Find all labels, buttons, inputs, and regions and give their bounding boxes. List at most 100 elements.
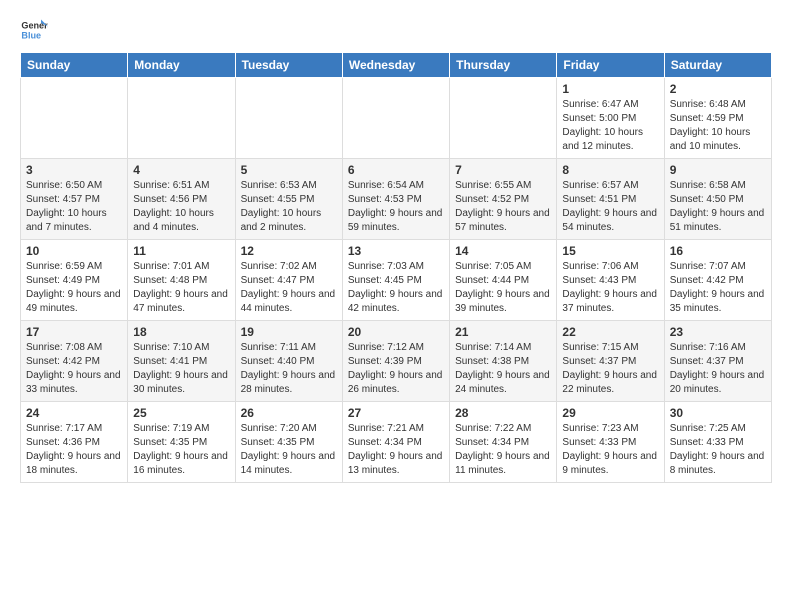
day-number: 14 <box>455 244 551 258</box>
day-number: 17 <box>26 325 122 339</box>
day-info: Sunrise: 7:02 AM Sunset: 4:47 PM Dayligh… <box>241 260 337 316</box>
week-row-4: 17Sunrise: 7:08 AM Sunset: 4:42 PM Dayli… <box>21 321 772 402</box>
day-number: 4 <box>133 163 229 177</box>
header-day-thursday: Thursday <box>450 53 557 78</box>
day-number: 7 <box>455 163 551 177</box>
day-number: 18 <box>133 325 229 339</box>
day-info: Sunrise: 6:57 AM Sunset: 4:51 PM Dayligh… <box>562 179 658 235</box>
header-day-tuesday: Tuesday <box>235 53 342 78</box>
day-number: 1 <box>562 82 658 96</box>
day-number: 29 <box>562 406 658 420</box>
day-info: Sunrise: 7:21 AM Sunset: 4:34 PM Dayligh… <box>348 422 444 478</box>
day-number: 28 <box>455 406 551 420</box>
day-info: Sunrise: 7:23 AM Sunset: 4:33 PM Dayligh… <box>562 422 658 478</box>
calendar-cell: 3Sunrise: 6:50 AM Sunset: 4:57 PM Daylig… <box>21 159 128 240</box>
day-number: 10 <box>26 244 122 258</box>
calendar-cell: 7 Sunrise: 6:55 AM Sunset: 4:52 PM Daylig… <box>450 159 557 240</box>
day-number: 22 <box>562 325 658 339</box>
calendar-cell: 15 Sunrise: 7:06 AM Sunset: 4:43 PM Dayli… <box>557 240 664 321</box>
calendar-cell: 20 Sunrise: 7:12 AM Sunset: 4:39 PM Dayli… <box>342 321 449 402</box>
calendar-cell <box>450 78 557 159</box>
day-info: Sunrise: 7:12 AM Sunset: 4:39 PM Dayligh… <box>348 341 444 397</box>
day-info: Sunrise: 7:01 AM Sunset: 4:48 PM Dayligh… <box>133 260 229 316</box>
day-number: 24 <box>26 406 122 420</box>
day-number: 16 <box>670 244 766 258</box>
calendar-cell: 13 Sunrise: 7:03 AM Sunset: 4:45 PM Dayli… <box>342 240 449 321</box>
day-number: 19 <box>241 325 337 339</box>
day-number: 30 <box>670 406 766 420</box>
calendar-cell: 5Sunrise: 6:53 AM Sunset: 4:55 PM Daylig… <box>235 159 342 240</box>
day-number: 27 <box>348 406 444 420</box>
calendar-cell: 21Sunrise: 7:14 AM Sunset: 4:38 PM Dayli… <box>450 321 557 402</box>
svg-text:Blue: Blue <box>21 30 41 40</box>
svg-text:General: General <box>21 21 48 31</box>
day-number: 3 <box>26 163 122 177</box>
day-info: Sunrise: 7:03 AM Sunset: 4:45 PM Dayligh… <box>348 260 444 316</box>
calendar-cell: 27 Sunrise: 7:21 AM Sunset: 4:34 PM Dayli… <box>342 402 449 483</box>
day-info: Sunrise: 7:06 AM Sunset: 4:43 PM Dayligh… <box>562 260 658 316</box>
calendar-cell: 2 Sunrise: 6:48 AM Sunset: 4:59 PM Daylig… <box>664 78 771 159</box>
day-info: Sunrise: 7:14 AM Sunset: 4:38 PM Dayligh… <box>455 341 551 397</box>
day-info: Sunrise: 7:17 AM Sunset: 4:36 PM Dayligh… <box>26 422 122 478</box>
day-number: 23 <box>670 325 766 339</box>
header-day-friday: Friday <box>557 53 664 78</box>
week-row-1: 1 Sunrise: 6:47 AM Sunset: 5:00 PM Daylig… <box>21 78 772 159</box>
calendar-cell: 6 Sunrise: 6:54 AM Sunset: 4:53 PM Daylig… <box>342 159 449 240</box>
calendar-cell: 26Sunrise: 7:20 AM Sunset: 4:35 PM Dayli… <box>235 402 342 483</box>
calendar-cell: 10 Sunrise: 6:59 AM Sunset: 4:49 PM Dayli… <box>21 240 128 321</box>
logo: General Blue <box>20 16 52 44</box>
day-info: Sunrise: 7:10 AM Sunset: 4:41 PM Dayligh… <box>133 341 229 397</box>
day-number: 26 <box>241 406 337 420</box>
calendar-cell: 12 Sunrise: 7:02 AM Sunset: 4:47 PM Dayli… <box>235 240 342 321</box>
calendar-cell: 4Sunrise: 6:51 AM Sunset: 4:56 PM Daylig… <box>128 159 235 240</box>
day-info: Sunrise: 6:54 AM Sunset: 4:53 PM Dayligh… <box>348 179 444 235</box>
day-info: Sunrise: 7:15 AM Sunset: 4:37 PM Dayligh… <box>562 341 658 397</box>
calendar-cell: 11 Sunrise: 7:01 AM Sunset: 4:48 PM Dayli… <box>128 240 235 321</box>
calendar-cell: 16 Sunrise: 7:07 AM Sunset: 4:42 PM Dayli… <box>664 240 771 321</box>
calendar-cell: 19 Sunrise: 7:11 AM Sunset: 4:40 PM Dayli… <box>235 321 342 402</box>
calendar-table: SundayMondayTuesdayWednesdayThursdayFrid… <box>20 52 772 483</box>
calendar-cell: 28 Sunrise: 7:22 AM Sunset: 4:34 PM Dayli… <box>450 402 557 483</box>
calendar-cell <box>235 78 342 159</box>
header-day-wednesday: Wednesday <box>342 53 449 78</box>
day-number: 20 <box>348 325 444 339</box>
day-info: Sunrise: 6:59 AM Sunset: 4:49 PM Dayligh… <box>26 260 122 316</box>
day-number: 11 <box>133 244 229 258</box>
day-number: 6 <box>348 163 444 177</box>
day-number: 15 <box>562 244 658 258</box>
calendar-header-row: SundayMondayTuesdayWednesdayThursdayFrid… <box>21 53 772 78</box>
header-day-monday: Monday <box>128 53 235 78</box>
calendar-cell: 8 Sunrise: 6:57 AM Sunset: 4:51 PM Daylig… <box>557 159 664 240</box>
day-number: 13 <box>348 244 444 258</box>
day-number: 8 <box>562 163 658 177</box>
calendar-cell: 14Sunrise: 7:05 AM Sunset: 4:44 PM Dayli… <box>450 240 557 321</box>
day-number: 12 <box>241 244 337 258</box>
calendar-cell: 24 Sunrise: 7:17 AM Sunset: 4:36 PM Dayli… <box>21 402 128 483</box>
calendar-cell: 29 Sunrise: 7:23 AM Sunset: 4:33 PM Dayli… <box>557 402 664 483</box>
day-info: Sunrise: 6:48 AM Sunset: 4:59 PM Dayligh… <box>670 98 766 154</box>
calendar-cell <box>342 78 449 159</box>
day-number: 2 <box>670 82 766 96</box>
day-info: Sunrise: 7:16 AM Sunset: 4:37 PM Dayligh… <box>670 341 766 397</box>
calendar-cell: 30 Sunrise: 7:25 AM Sunset: 4:33 PM Dayli… <box>664 402 771 483</box>
week-row-5: 24 Sunrise: 7:17 AM Sunset: 4:36 PM Dayli… <box>21 402 772 483</box>
day-info: Sunrise: 7:25 AM Sunset: 4:33 PM Dayligh… <box>670 422 766 478</box>
logo-icon: General Blue <box>20 16 48 44</box>
day-number: 25 <box>133 406 229 420</box>
header-day-sunday: Sunday <box>21 53 128 78</box>
calendar-cell: 25 Sunrise: 7:19 AM Sunset: 4:35 PM Dayli… <box>128 402 235 483</box>
day-info: Sunrise: 7:11 AM Sunset: 4:40 PM Dayligh… <box>241 341 337 397</box>
day-info: Sunrise: 6:55 AM Sunset: 4:52 PM Dayligh… <box>455 179 551 235</box>
page-header: General Blue <box>20 16 772 44</box>
day-info: Sunrise: 7:22 AM Sunset: 4:34 PM Dayligh… <box>455 422 551 478</box>
calendar-cell: 23 Sunrise: 7:16 AM Sunset: 4:37 PM Dayli… <box>664 321 771 402</box>
week-row-3: 10 Sunrise: 6:59 AM Sunset: 4:49 PM Dayli… <box>21 240 772 321</box>
day-info: Sunrise: 7:19 AM Sunset: 4:35 PM Dayligh… <box>133 422 229 478</box>
day-info: Sunrise: 7:07 AM Sunset: 4:42 PM Dayligh… <box>670 260 766 316</box>
day-info: Sunrise: 6:47 AM Sunset: 5:00 PM Dayligh… <box>562 98 658 154</box>
calendar-cell: 18 Sunrise: 7:10 AM Sunset: 4:41 PM Dayli… <box>128 321 235 402</box>
day-number: 9 <box>670 163 766 177</box>
calendar-cell <box>128 78 235 159</box>
day-info: Sunrise: 6:58 AM Sunset: 4:50 PM Dayligh… <box>670 179 766 235</box>
header-day-saturday: Saturday <box>664 53 771 78</box>
